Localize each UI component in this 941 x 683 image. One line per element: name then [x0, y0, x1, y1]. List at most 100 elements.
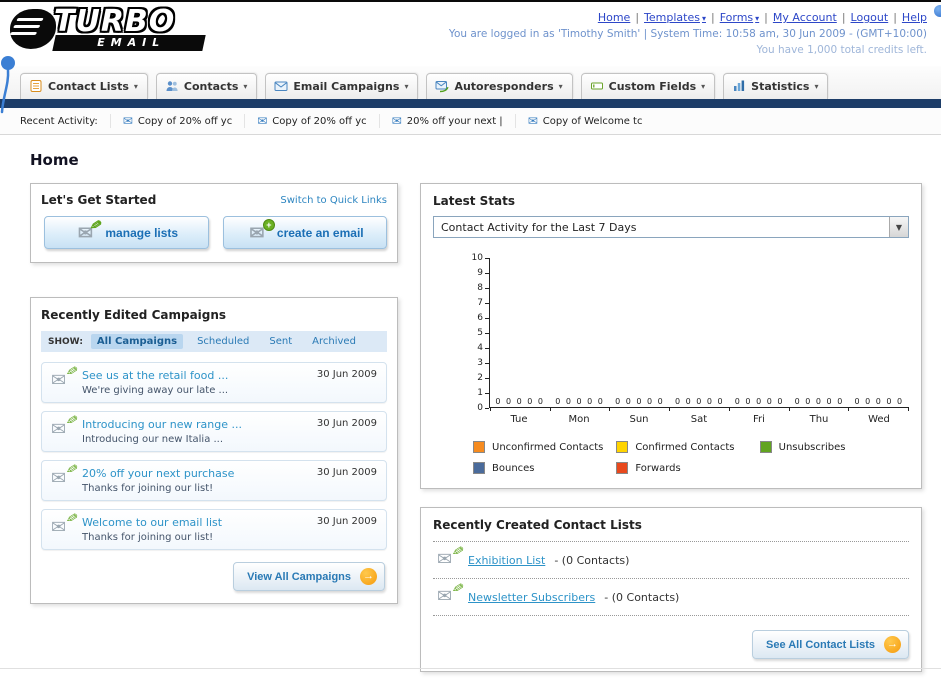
campaign-subtitle: We're giving away our late ...: [82, 385, 229, 396]
chart-day-label: Thu: [809, 414, 829, 425]
campaign-title-link[interactable]: See us at the retail food ...: [82, 369, 308, 382]
right-column: Latest Stats Contact Activity for the La…: [420, 183, 922, 672]
contact-list-count: - (0 Contacts): [554, 553, 630, 567]
dropdown-arrow-icon: ▾: [243, 81, 248, 91]
manage-lists-button[interactable]: ✉ ✎ manage lists: [44, 215, 209, 249]
chart-day-label: Fri: [753, 414, 765, 425]
link-home[interactable]: Home: [598, 11, 630, 24]
legend-item: Confirmed Contacts: [616, 441, 759, 453]
chart-day-label: Wed: [868, 414, 890, 425]
arrow-right-icon: →: [884, 636, 901, 653]
dropdown-arrow-icon: ▾: [404, 81, 409, 91]
dropdown-arrow-icon: ▾: [558, 81, 563, 91]
campaign-title-link[interactable]: 20% off your next purchase: [82, 467, 308, 480]
see-all-contact-lists-button[interactable]: See All Contact Lists →: [751, 630, 909, 659]
chart-legend: Unconfirmed Contacts Confirmed Contacts Un…: [473, 441, 903, 474]
tab-email-campaigns[interactable]: Email Campaigns ▾: [265, 73, 419, 99]
link-help[interactable]: Help: [888, 11, 927, 24]
campaign-title-link[interactable]: Introducing our new range ...: [82, 418, 308, 431]
view-all-campaigns-button[interactable]: View All Campaigns →: [233, 562, 385, 591]
latest-stats-title: Latest Stats: [433, 194, 516, 208]
header-right: HomeTemplates▾Forms▾My AccountLogoutHelp…: [449, 7, 927, 66]
legend-swatch-icon: [759, 441, 772, 453]
email-campaigns-icon: [274, 81, 288, 91]
dropdown-arrow-icon: ▾: [133, 81, 138, 91]
left-column: Let's Get Started Switch to Quick Links …: [30, 183, 398, 604]
show-label: SHOW:: [48, 336, 83, 347]
create-email-button[interactable]: ✉ + create an email: [222, 216, 387, 249]
recent-activity-item[interactable]: ✉ Copy of 20% off yc: [244, 114, 378, 128]
legend-item: Forwards: [616, 462, 759, 474]
filter-tab-scheduled[interactable]: Scheduled: [191, 334, 255, 349]
contact-list-item[interactable]: ✉ ✎ Exhibition List - (0 Contacts): [433, 542, 909, 579]
header: TURBO EMAIL HomeTemplates▾Forms▾My Accou…: [0, 2, 941, 66]
recent-activity-item[interactable]: ✉ Copy of Welcome tc: [514, 114, 655, 128]
envelope-pencil-icon: ✉ ✎: [51, 362, 80, 391]
filter-tab-all-campaigns[interactable]: All Campaigns: [90, 334, 184, 349]
tab-custom-fields[interactable]: Custom Fields ▾: [580, 73, 716, 99]
campaign-date: 30 Jun 2009: [316, 418, 377, 429]
custom-fields-icon: [590, 82, 603, 90]
chart-zero-labels: 0 0 0 0 0 0 0 0 0 0 0 0 0 0 0 0 0 0 0 0 0 0 …: [490, 397, 909, 406]
campaign-subtitle: Thanks for joining our list!: [82, 532, 214, 543]
campaign-list-item[interactable]: ✉ ✎ 20% off your next purchase Thanks for…: [41, 460, 387, 501]
recent-activity-item[interactable]: ✉ Copy of 20% off yc: [109, 114, 244, 128]
stats-period-value: Contact Activity for the Last 7 Days: [441, 220, 637, 234]
legend-swatch-icon: [473, 441, 485, 453]
chart-day-labels: Tue Mon Sun Sat Fri Thu Wed: [489, 414, 909, 425]
campaign-filter-tabs: SHOW: All Campaigns Scheduled Sent Archi…: [41, 331, 387, 352]
tab-statistics[interactable]: Statistics ▾: [723, 73, 829, 99]
legend-swatch-icon: [473, 462, 485, 474]
recent-activity-label: Recent Activity:: [20, 115, 98, 127]
recent-campaigns-title: Recently Edited Campaigns: [41, 308, 227, 322]
envelope-plus-icon: ✉ +: [246, 218, 275, 242]
link-logout[interactable]: Logout: [837, 11, 889, 24]
chart-y-axis: 10 9 8 7 6 5 4 3 2 1 0: [467, 254, 489, 413]
tab-autoresponders[interactable]: Autoresponders ▾: [426, 73, 573, 99]
chart-value-labels: 0 0 0 0 0: [674, 397, 725, 406]
contact-list-link[interactable]: Newsletter Subscribers: [468, 591, 595, 604]
campaign-title-link[interactable]: Welcome to our email list: [82, 516, 308, 529]
recent-activity-bar: Recent Activity: ✉ Copy of 20% off yc ✉ Co…: [0, 108, 941, 135]
legend-swatch-icon: [616, 462, 629, 474]
contact-list-item[interactable]: ✉ ✎ Newsletter Subscribers - (0 Contacts): [433, 579, 909, 616]
chart-value-labels: 0 0 0 0 0: [495, 397, 545, 406]
campaign-list-item[interactable]: ✉ ✎ Welcome to our email list Thanks for …: [41, 509, 387, 550]
logo-text-email: EMAIL: [52, 35, 206, 51]
campaign-subtitle: Thanks for joining our list!: [82, 483, 214, 494]
campaign-list-item[interactable]: ✉ ✎ Introducing our new range ... Introdu…: [41, 411, 387, 452]
stats-period-dropdown[interactable]: Contact Activity for the Last 7 Days ▼: [433, 216, 909, 238]
app-window: TURBO EMAIL HomeTemplates▾Forms▾My Accou…: [0, 0, 941, 683]
campaign-date: 30 Jun 2009: [316, 516, 377, 527]
recent-contact-lists-panel: Recently Created Contact Lists ✉ ✎ Exhibi…: [420, 507, 922, 672]
envelope-pencil-icon: ✉ ✎: [437, 542, 466, 570]
recent-campaigns-panel: Recently Edited Campaigns SHOW: All Camp…: [30, 297, 398, 604]
chart-value-labels: 0 0 0 0 0: [794, 397, 844, 406]
campaign-subtitle: Introducing our new Italia ...: [82, 434, 224, 445]
filter-tab-sent[interactable]: Sent: [263, 334, 298, 349]
legend-item: Unconfirmed Contacts: [473, 441, 616, 453]
chart-plot-area: 0 0 0 0 0 0 0 0 0 0 0 0 0 0 0 0 0 0 0 0 0 0 …: [489, 258, 909, 408]
contact-list-link[interactable]: Exhibition List: [468, 554, 545, 567]
footer-divider: [0, 668, 941, 669]
link-templates[interactable]: Templates▾: [630, 11, 706, 24]
nav-divider-bar: [0, 99, 941, 108]
link-my-account[interactable]: My Account: [759, 11, 837, 24]
recent-activity-item[interactable]: ✉ 20% off your next |: [378, 114, 515, 128]
campaign-list-item[interactable]: ✉ ✎ See us at the retail food ... We're g…: [41, 362, 387, 403]
envelope-icon: ✉: [391, 114, 402, 128]
switch-quick-links-link[interactable]: Switch to Quick Links: [280, 195, 387, 206]
filter-tab-archived[interactable]: Archived: [306, 334, 362, 349]
contact-activity-chart: 10 9 8 7 6 5 4 3 2 1 0 0 0 0 0 0 0 0 0 0 0 0 0 0 0 0…: [467, 254, 909, 425]
campaign-date: 30 Jun 2009: [316, 369, 377, 380]
envelope-pencil-icon: ✉ ✎: [77, 215, 104, 243]
logo-text-turbo: TURBO: [54, 4, 176, 39]
turbo-email-logo[interactable]: TURBO EMAIL: [10, 4, 206, 66]
envelope-pencil-icon: ✉ ✎: [437, 579, 466, 607]
main-nav: Contact Lists ▾ Contacts ▾ Email Campaig…: [0, 66, 941, 99]
page-title: Home: [30, 151, 79, 169]
tab-contacts[interactable]: Contacts ▾: [155, 73, 258, 99]
chart-value-labels: 0 0 0 0 0: [734, 397, 784, 406]
link-forms[interactable]: Forms▾: [706, 11, 759, 24]
tab-contact-lists[interactable]: Contact Lists ▾: [20, 73, 148, 99]
